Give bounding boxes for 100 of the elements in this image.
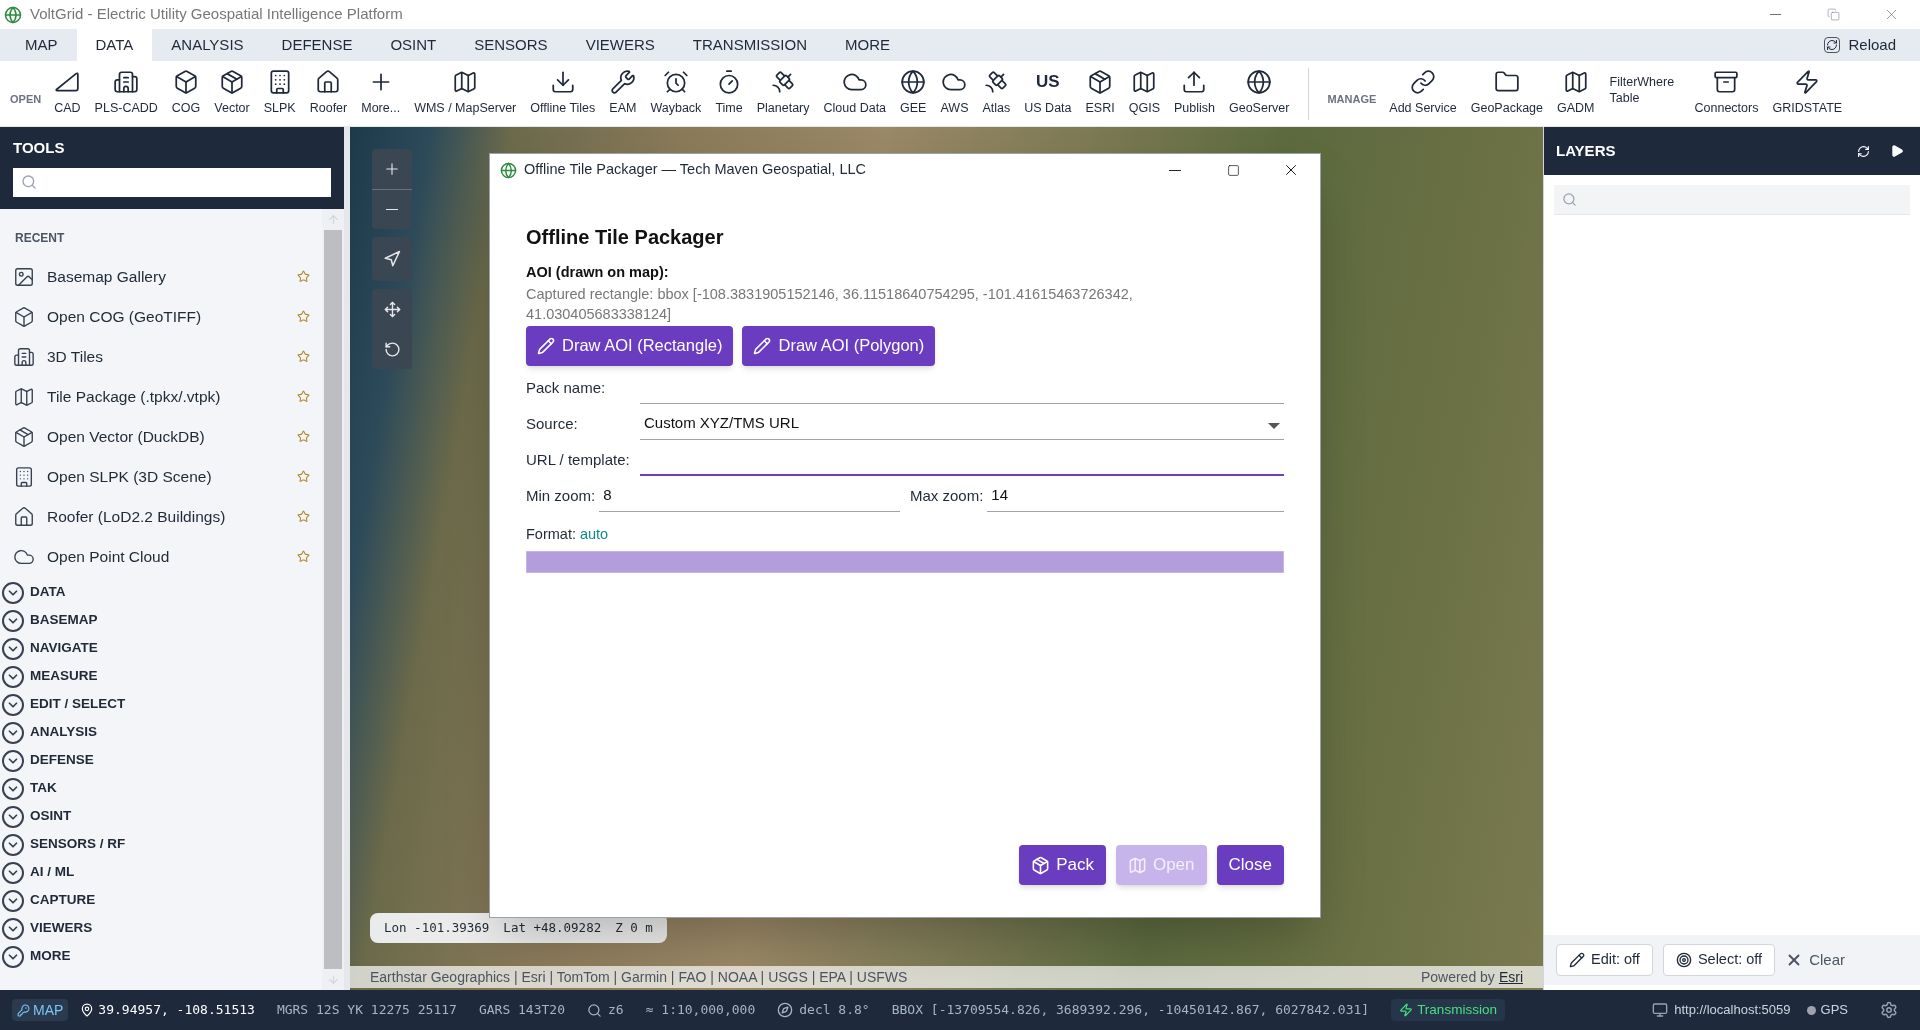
draw-aoi-button[interactable]: Draw AOI (Rectangle) bbox=[526, 325, 734, 366]
dialog-button[interactable]: Pack bbox=[1019, 845, 1106, 885]
settings-icon[interactable] bbox=[1880, 1001, 1898, 1019]
ribbon-button[interactable]: Connectors bbox=[1687, 63, 1766, 124]
menu-tab[interactable]: DEFENSE bbox=[262, 29, 372, 61]
map-mode-badge[interactable]: MAP bbox=[12, 999, 69, 1021]
tool-section[interactable]: ANALYSIS bbox=[0, 718, 322, 747]
recent-tool-item[interactable]: Open SLPK (3D Scene) bbox=[0, 456, 322, 497]
ribbon-button[interactable]: GADM bbox=[1550, 63, 1602, 124]
recent-tool-item[interactable]: Open Point Cloud bbox=[0, 536, 322, 577]
ribbon-button[interactable]: More... bbox=[354, 63, 408, 124]
tool-section[interactable]: CAPTURE bbox=[0, 886, 322, 915]
input-field[interactable]: 8 bbox=[599, 481, 900, 512]
package-icon bbox=[1031, 855, 1051, 875]
ribbon-button[interactable]: GEE bbox=[893, 63, 934, 124]
select-toggle-button[interactable]: Select: off bbox=[1662, 944, 1776, 976]
ribbon-button[interactable]: Add Service bbox=[1382, 63, 1464, 124]
play-button[interactable] bbox=[1890, 144, 1904, 158]
ribbon-button[interactable]: US US Data bbox=[1017, 63, 1079, 124]
menu-tab[interactable]: DATA bbox=[76, 29, 153, 61]
ribbon-button[interactable]: Publish bbox=[1167, 63, 1222, 124]
recent-tool-item[interactable]: Basemap Gallery bbox=[0, 256, 322, 297]
scrollbar-thumb[interactable] bbox=[324, 229, 342, 969]
menu-tab[interactable]: MORE bbox=[826, 29, 909, 61]
ribbon-button[interactable]: GRIDSTATE bbox=[1765, 63, 1850, 124]
tool-section[interactable]: TAK bbox=[0, 774, 322, 803]
chevron-icon bbox=[2, 637, 24, 660]
ribbon-button[interactable]: PLS-CADD bbox=[87, 63, 165, 124]
ribbon-button[interactable]: QGIS bbox=[1121, 63, 1167, 124]
ribbon-button[interactable]: FilterWhere Table bbox=[1601, 63, 1688, 124]
star-icon[interactable] bbox=[297, 470, 310, 483]
edit-toggle-button[interactable]: Edit: off bbox=[1556, 944, 1653, 976]
tool-section[interactable]: AI / ML bbox=[0, 858, 322, 887]
ribbon-button[interactable]: GeoPackage bbox=[1463, 63, 1550, 124]
ribbon-button[interactable]: Atlas bbox=[975, 63, 1018, 124]
tool-section[interactable]: MEASURE bbox=[0, 662, 322, 691]
ribbon-button[interactable]: Cloud Data bbox=[816, 63, 894, 124]
chevron-icon bbox=[2, 833, 24, 856]
ribbon-button[interactable]: Roofer bbox=[302, 63, 355, 124]
clock-icon bbox=[662, 69, 689, 96]
menu-tab[interactable]: VIEWERS bbox=[566, 29, 674, 61]
satellite-map[interactable] bbox=[350, 127, 1543, 990]
recent-tool-item[interactable]: Roofer (LoD2.2 Buildings) bbox=[0, 496, 322, 537]
search-icon bbox=[587, 1002, 602, 1018]
ribbon-button[interactable]: Planetary bbox=[749, 63, 817, 124]
tool-section[interactable]: SENSORS / RF bbox=[0, 830, 322, 859]
lettered-icon: US bbox=[1036, 69, 1060, 96]
profile-badge[interactable]: Transmission bbox=[1391, 999, 1505, 1021]
star-icon[interactable] bbox=[297, 550, 310, 563]
menu-tab[interactable]: MAP bbox=[6, 29, 77, 61]
clear-button[interactable]: Clear bbox=[1785, 944, 1845, 976]
search-field[interactable] bbox=[1554, 185, 1910, 215]
tool-section[interactable]: EDIT / SELECT bbox=[0, 690, 322, 719]
ribbon-button[interactable]: AWS bbox=[933, 63, 976, 124]
format-value: auto bbox=[579, 524, 609, 544]
ribbon-button[interactable]: CAD bbox=[47, 63, 88, 124]
tool-section[interactable]: OSINT bbox=[0, 802, 322, 831]
tool-section[interactable]: NAVIGATE bbox=[0, 634, 322, 663]
star-icon[interactable] bbox=[297, 270, 310, 283]
ribbon-button[interactable]: Offline Tiles bbox=[523, 63, 603, 124]
star-icon[interactable] bbox=[297, 350, 310, 363]
tool-section[interactable]: MORE bbox=[0, 942, 322, 971]
tool-section[interactable]: VIEWERS bbox=[0, 914, 322, 943]
tool-section[interactable]: BASEMAP bbox=[0, 606, 322, 635]
reload-button[interactable]: Reload bbox=[1824, 29, 1896, 61]
esri-link[interactable]: Esri bbox=[1498, 966, 1523, 988]
recent-tool-item[interactable]: Tile Package (.tpkx/.vtpk) bbox=[0, 376, 322, 417]
compass-button[interactable] bbox=[372, 237, 412, 281]
recent-tool-item[interactable]: Open Vector (DuckDB) bbox=[0, 416, 322, 457]
input-field[interactable]: 14 bbox=[987, 481, 1284, 512]
recent-tool-item[interactable]: 3D Tiles bbox=[0, 336, 322, 377]
star-icon[interactable] bbox=[297, 310, 310, 323]
ribbon-button[interactable]: COG bbox=[164, 63, 208, 124]
chevron-icon bbox=[2, 917, 24, 940]
menu-tab[interactable]: TRANSMISSION bbox=[673, 29, 826, 61]
ribbon-button[interactable]: EAM bbox=[602, 63, 644, 124]
ribbon-button[interactable]: Vector bbox=[207, 63, 257, 124]
building-icon bbox=[113, 69, 140, 96]
ribbon-button[interactable]: WMS / MapServer bbox=[407, 63, 524, 124]
refresh-button[interactable] bbox=[1857, 144, 1870, 158]
ribbon-button[interactable]: Time bbox=[708, 63, 750, 124]
ribbon-button[interactable]: SLPK bbox=[256, 63, 303, 124]
building-icon bbox=[13, 465, 35, 488]
star-icon[interactable] bbox=[297, 510, 310, 523]
draw-aoi-button[interactable]: Draw AOI (Polygon) bbox=[742, 325, 936, 366]
ribbon-button[interactable]: Wayback bbox=[643, 63, 709, 124]
menu-tab[interactable]: OSINT bbox=[371, 29, 456, 61]
dialog-button[interactable]: Close bbox=[1216, 845, 1284, 885]
ribbon-button[interactable]: GeoServer bbox=[1222, 63, 1297, 124]
tool-section[interactable]: DATA bbox=[0, 578, 322, 607]
ribbon-button[interactable]: ESRI bbox=[1078, 63, 1122, 124]
source-dropdown[interactable]: Custom XYZ/TMS URL bbox=[640, 409, 1284, 440]
menu-tab[interactable]: SENSORS bbox=[455, 29, 567, 61]
recent-tool-item[interactable]: Open COG (GeoTIFF) bbox=[0, 296, 322, 337]
search-field[interactable] bbox=[13, 167, 331, 197]
star-icon[interactable] bbox=[297, 430, 310, 443]
menu-tab[interactable]: ANALYSIS bbox=[152, 29, 263, 61]
star-icon[interactable] bbox=[297, 390, 310, 403]
scrollbar[interactable] bbox=[322, 208, 344, 990]
tool-section[interactable]: DEFENSE bbox=[0, 746, 322, 775]
